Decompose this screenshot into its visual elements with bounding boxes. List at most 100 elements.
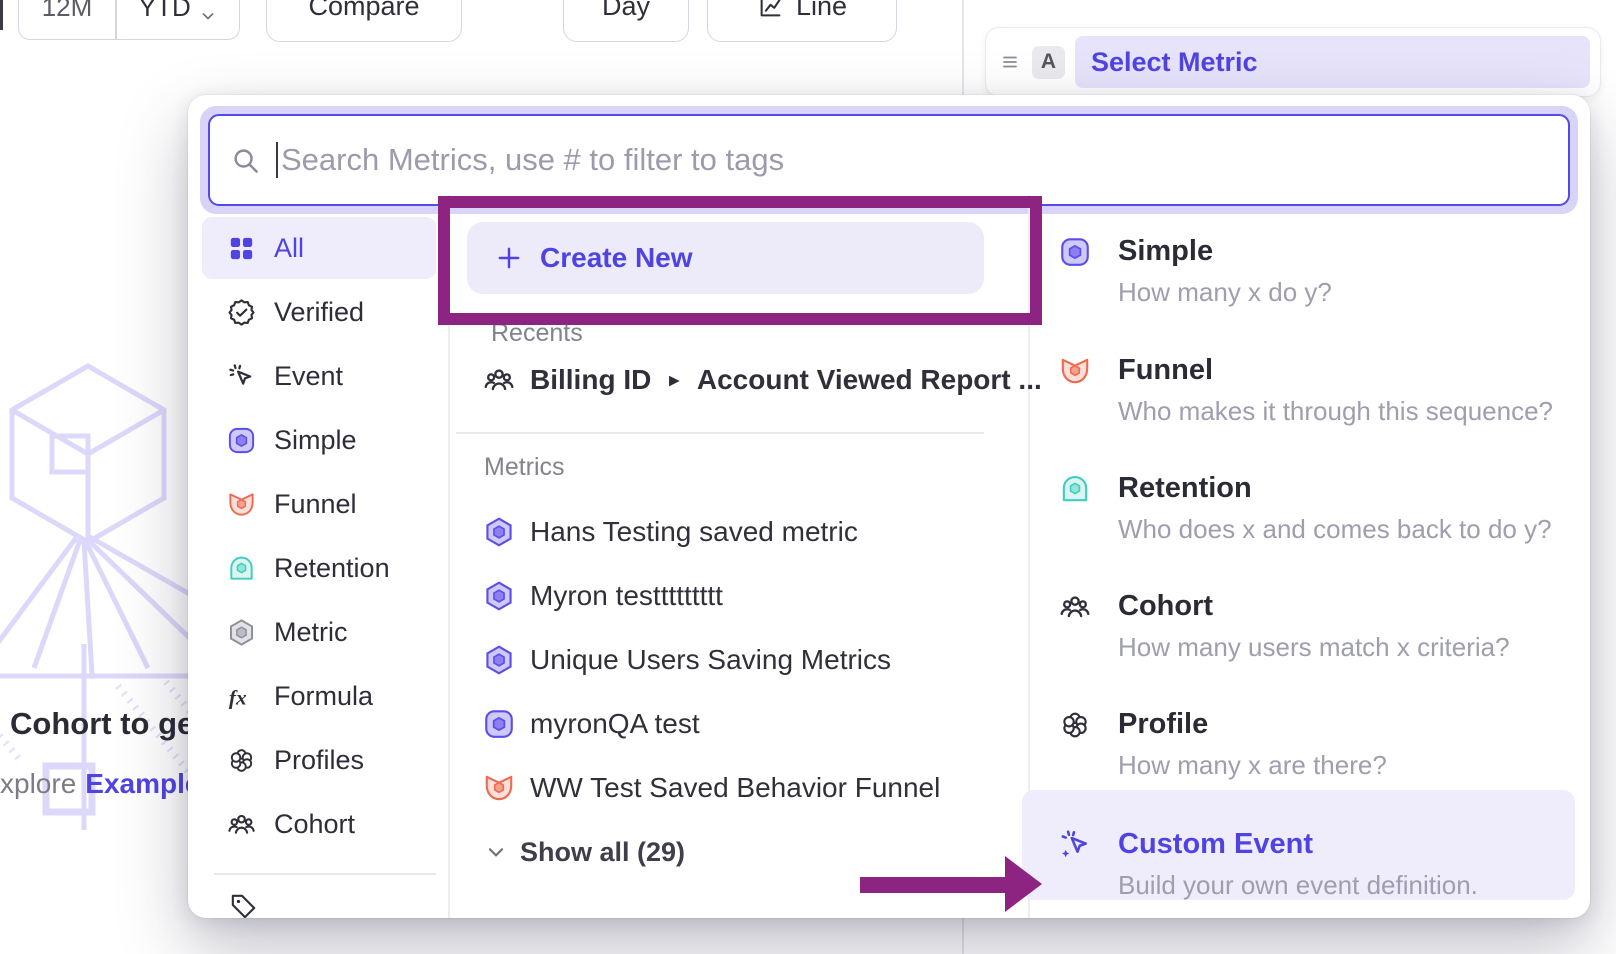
sidebar-item-label: Event [274,361,343,392]
chevron-down-icon [199,1,217,19]
metrics-section-label: Metrics [484,453,565,482]
svg-text:fx: fx [229,685,247,709]
metric-type-description: How many users match x criteria? [1118,632,1510,662]
search-field[interactable] [208,114,1570,206]
saved-metric-item[interactable]: Hans Testing saved metric [482,501,858,563]
range-ytd-label: YTD [139,0,191,23]
create-new-button[interactable]: Create New [467,222,984,294]
metric-type-cohort[interactable]: Cohort How many users match x criteria? [1022,552,1575,662]
profiles-icon [1058,708,1092,742]
simple-icon [482,707,516,741]
breadcrumb-arrow-icon: ▸ [669,369,679,392]
sidebar-item-all[interactable]: All [202,217,436,279]
sidebar-item-label: Simple [274,425,357,456]
example-link[interactable]: Example [85,768,200,800]
saved-metric-name: Unique Users Saving Metrics [530,644,891,676]
sidebar-column-divider [448,195,450,918]
saved-metric-item[interactable]: WW Test Saved Behavior Funnel [482,757,940,819]
saved-metric-name: Myron testtttttttt [530,580,723,612]
metric-type-description: How many x are there? [1118,750,1387,780]
metric-icon [226,617,257,648]
sidebar-item-label: Retention [274,553,390,584]
sidebar-item-partial[interactable] [228,891,259,918]
metric-type-simple[interactable]: SimpleHow many x do y? [1022,197,1575,307]
compare-button[interactable]: Compare [266,0,462,42]
funnel-icon [226,489,257,520]
sidebar-item-formula[interactable]: fx Formula [202,665,436,727]
grid-icon [226,233,257,264]
verified-icon [226,297,257,328]
metric-type-custom-event[interactable]: Custom EventBuild your own event definit… [1022,790,1575,900]
sidebar-item-funnel[interactable]: Funnel [202,473,436,535]
search-icon [230,145,261,176]
tag-icon [228,909,259,918]
metric-type-retention[interactable]: Retention Who does x and comes back to do… [1022,434,1575,544]
saved-metric-item[interactable]: Myron testtttttttt [482,565,723,627]
show-all-button[interactable]: Show all (29) [484,821,685,883]
select-metric-dialog: All Verified Event Simple Funnel Retention Met… [188,95,1590,918]
saved-metric-name: myronQA test [530,708,700,740]
saved-metric-name: WW Test Saved Behavior Funnel [530,772,940,804]
sidebar-item-event[interactable]: Event [202,345,436,407]
recent-item-primary: Billing ID [530,364,651,396]
recent-item[interactable]: Billing ID ▸ Account Viewed Report ... [482,349,1042,411]
metric-row-card: A Select Metric [985,27,1601,97]
sidebar-item-retention[interactable]: Retention [202,537,436,599]
metric-type-funnel[interactable]: Funnel Who makes it through this sequence… [1022,316,1575,426]
sidebar-item-verified[interactable]: Verified [202,281,436,343]
explore-prefix: xplore [0,768,76,800]
background-edge-mark [0,0,3,30]
date-range-control: 12M YTD [18,0,240,40]
select-metric-label: Select Metric [1091,47,1258,78]
recents-section-label: Recents [491,319,583,348]
cohort-icon [1058,590,1092,624]
text-caret [276,142,278,178]
sidebar-item-simple[interactable]: Simple [202,409,436,471]
saved-metric-item[interactable]: myronQA test [482,693,700,755]
formula-icon: fx [226,681,257,712]
retention-icon [226,553,257,584]
metric-type-description: How many x do y? [1118,277,1332,307]
metric-type-description: Who makes it through this sequence? [1118,396,1553,426]
sidebar-item-profiles[interactable]: Profiles [202,729,436,791]
background-subtext: xplore Example [0,768,200,800]
chart-type-line-button[interactable]: Line [707,0,897,42]
sidebar-item-label: Formula [274,681,373,712]
custom-event-icon [1058,828,1092,862]
sidebar-item-cohort[interactable]: Cohort [202,793,436,855]
range-ytd-button[interactable]: YTD [117,0,240,39]
create-new-label: Create New [540,242,693,274]
metric-type-title: Profile [1118,706,1208,742]
recents-metrics-divider [456,432,984,434]
range-12m-button[interactable]: 12M [19,0,115,39]
saved-metric-item[interactable]: Unique Users Saving Metrics [482,629,891,691]
metric-type-title: Cohort [1118,588,1213,624]
interval-day-button[interactable]: Day [563,0,689,42]
simple-icon [1058,235,1092,269]
sidebar-item-label: Funnel [274,489,357,520]
simple-icon [226,425,257,456]
sidebar-item-label: Verified [274,297,364,328]
metric-purple-icon [482,515,516,549]
profiles-icon [226,745,257,776]
background-heading: Cohort to ge [10,706,194,742]
line-chart-icon [757,0,784,20]
metric-type-description: Who does x and comes back to do y? [1118,514,1552,544]
metric-type-title: Retention [1118,470,1252,506]
cohort-icon [226,809,257,840]
sidebar-item-metric[interactable]: Metric [202,601,436,663]
metric-type-description: Build your own event definition. [1118,870,1478,900]
screen: 12M YTD Compare Day Line A Select Metric [0,0,1616,954]
plus-icon [495,244,523,272]
drag-handle-icon[interactable] [998,50,1022,74]
sidebar-item-label: Cohort [274,809,355,840]
sidebar-bottom-divider [214,873,436,875]
metric-type-title: Funnel [1118,352,1213,388]
metric-purple-icon [482,579,516,613]
metric-type-profile[interactable]: Profile How many x are there? [1022,670,1575,780]
search-input[interactable] [281,142,1548,178]
chart-type-line-label: Line [796,0,847,22]
sidebar-item-label: Metric [274,617,348,648]
select-metric-field[interactable]: Select Metric [1075,36,1590,88]
recent-item-secondary: Account Viewed Report ... [697,364,1042,396]
